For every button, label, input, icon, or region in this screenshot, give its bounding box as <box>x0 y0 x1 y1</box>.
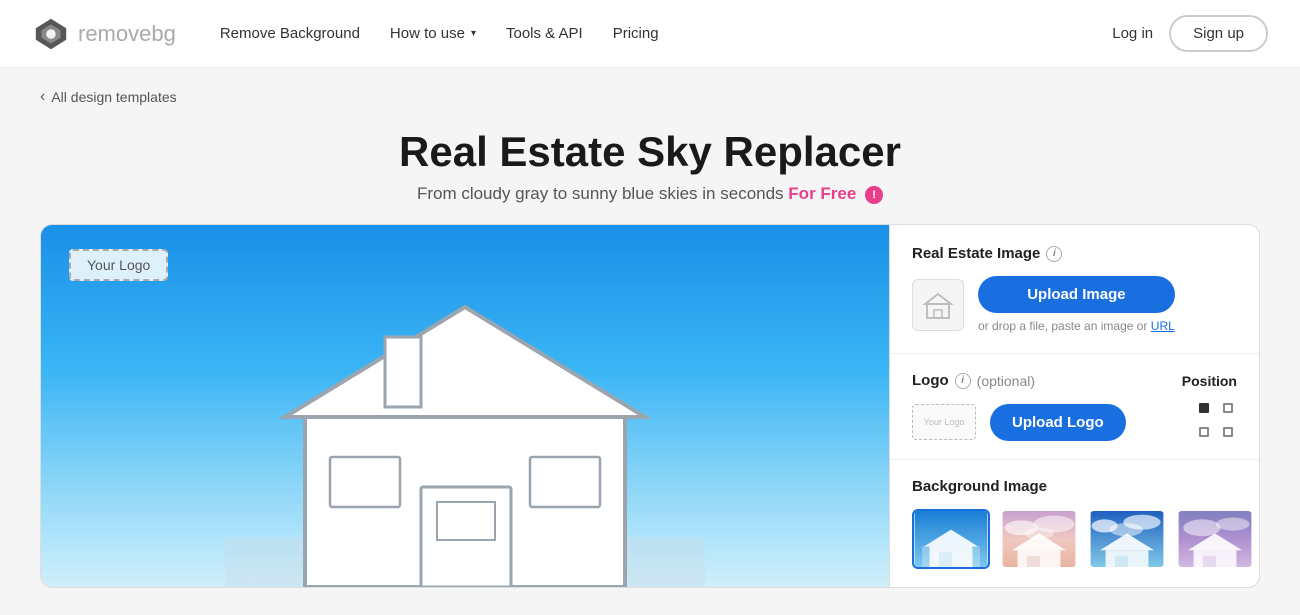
bg-thumb-3[interactable] <box>1088 509 1166 569</box>
nav-actions: Log in Sign up <box>1112 15 1268 52</box>
logo[interactable]: removebg <box>32 15 176 53</box>
drop-hint: or drop a file, paste an image or URL <box>978 319 1175 333</box>
house-thumb-icon <box>921 288 955 322</box>
logo-info-icon[interactable]: i <box>955 373 971 389</box>
breadcrumb-label: All design templates <box>51 89 176 105</box>
bg-thumb-1[interactable] <box>912 509 990 569</box>
bg-thumb-4[interactable] <box>1176 509 1254 569</box>
page-title: Real Estate Sky Replacer <box>40 128 1260 176</box>
login-button[interactable]: Log in <box>1112 25 1153 42</box>
chevron-down-icon: ▾ <box>471 28 476 39</box>
logo-row: Your Logo Upload Logo <box>912 403 1237 441</box>
real-estate-image-section: Real Estate Image i Upload Image or drop… <box>890 225 1259 354</box>
position-top-left[interactable] <box>1199 403 1209 413</box>
nav-link-pricing[interactable]: Pricing <box>613 25 659 42</box>
bg-thumb-2[interactable] <box>1000 509 1078 569</box>
logo-placeholder-tag: Your Logo <box>69 249 168 281</box>
for-free-badge: For Free <box>788 184 856 203</box>
url-link[interactable]: URL <box>1151 319 1175 333</box>
logo-icon <box>32 15 70 53</box>
breadcrumb-link[interactable]: ‹ All design templates <box>40 88 177 106</box>
logo-text: removebg <box>78 21 176 47</box>
house-thumbnail-placeholder <box>912 279 964 331</box>
info-icon-badge: ! <box>865 186 883 204</box>
logo-thumb-placeholder: Your Logo <box>912 404 976 440</box>
position-label: Position <box>1182 373 1237 389</box>
real-estate-info-icon[interactable]: i <box>1046 246 1062 262</box>
nav-link-remove-background[interactable]: Remove Background <box>220 25 360 42</box>
preview-area: Your Logo <box>41 225 889 587</box>
position-top-right[interactable] <box>1223 403 1233 413</box>
logo-section-header: Logo i (optional) Position <box>912 372 1237 389</box>
logo-section-title: Logo i (optional) <box>912 372 1035 389</box>
navbar: removebg Remove Background How to use ▾ … <box>0 0 1300 68</box>
page-header: Real Estate Sky Replacer From cloudy gra… <box>0 114 1300 224</box>
nav-link-how-to-use[interactable]: How to use ▾ <box>390 25 476 42</box>
right-panel: Real Estate Image i Upload Image or drop… <box>889 225 1259 587</box>
position-grid <box>1199 403 1237 441</box>
logo-section: Logo i (optional) Position Your Logo Upl… <box>890 354 1259 460</box>
upload-row: Upload Image or drop a file, paste an im… <box>912 276 1237 333</box>
main-content: Your Logo <box>40 224 1260 588</box>
signup-button[interactable]: Sign up <box>1169 15 1268 52</box>
real-estate-section-title: Real Estate Image i <box>912 245 1237 262</box>
background-thumbnails <box>912 509 1237 569</box>
page-subtitle: From cloudy gray to sunny blue skies in … <box>40 184 1260 204</box>
position-bottom-right[interactable] <box>1223 427 1233 437</box>
nav-link-tools-api[interactable]: Tools & API <box>506 25 583 42</box>
nav-links: Remove Background How to use ▾ Tools & A… <box>220 25 1076 42</box>
upload-content: Upload Image or drop a file, paste an im… <box>978 276 1175 333</box>
position-bottom-left[interactable] <box>1199 427 1209 437</box>
background-section-title: Background Image <box>912 478 1237 495</box>
breadcrumb-area: ‹ All design templates <box>0 68 1300 114</box>
upload-image-button[interactable]: Upload Image <box>978 276 1175 313</box>
background-section: Background Image <box>890 460 1259 587</box>
house-illustration <box>225 247 705 587</box>
upload-logo-button[interactable]: Upload Logo <box>990 404 1126 441</box>
chevron-left-icon: ‹ <box>40 88 45 106</box>
